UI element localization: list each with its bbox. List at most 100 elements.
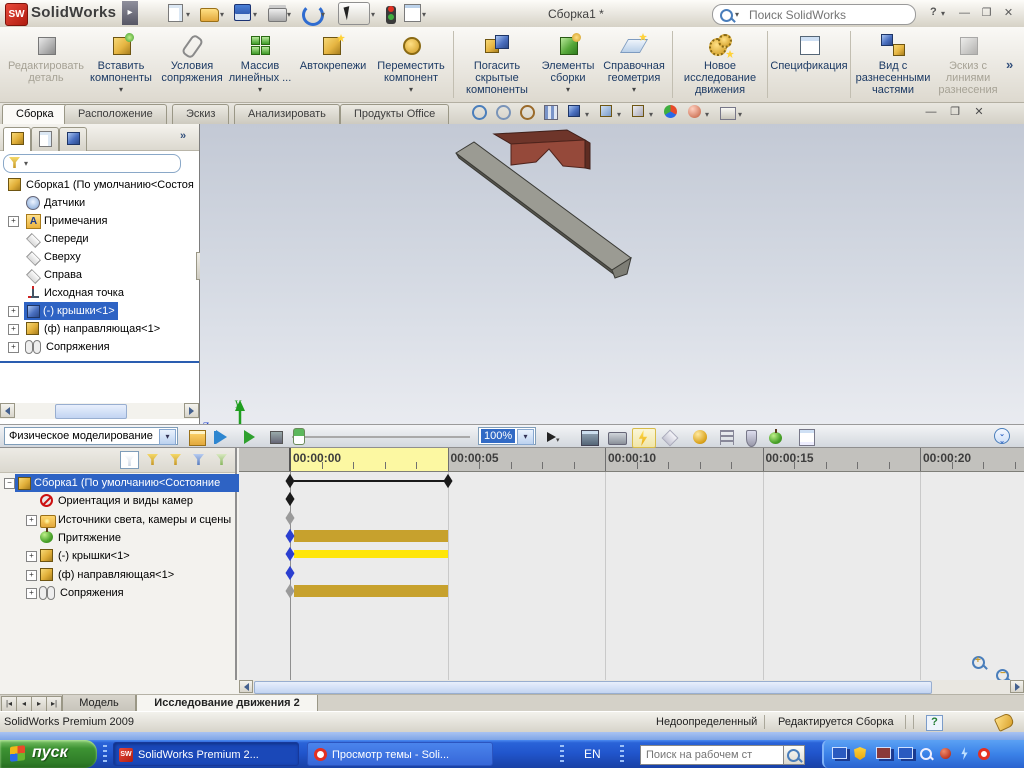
- network-status-icon[interactable]: [832, 747, 847, 760]
- close-button[interactable]: ✕: [1000, 7, 1017, 21]
- next-tab-button[interactable]: ▸: [31, 696, 47, 712]
- motion-item-mates[interactable]: + Сопряжения: [0, 584, 235, 602]
- start-button[interactable]: пуск: [0, 740, 97, 768]
- expand-toggle[interactable]: +: [8, 306, 19, 317]
- filter-all-button[interactable]: [120, 451, 139, 469]
- tab-sketch[interactable]: Эскиз: [172, 104, 229, 124]
- filter-caret[interactable]: ▾: [24, 159, 28, 168]
- scene-caret[interactable]: ▾: [705, 110, 709, 119]
- tree-item-annotations[interactable]: + A Примечания: [0, 212, 199, 230]
- options-caret[interactable]: ▾: [422, 10, 426, 19]
- timeline-key-point[interactable]: [285, 474, 294, 488]
- timeline-change-bar[interactable]: [294, 530, 448, 542]
- document-restore-button[interactable]: ❐: [946, 106, 964, 120]
- security-shield-icon[interactable]: [854, 747, 869, 760]
- panel-split-line[interactable]: [0, 361, 199, 363]
- language-indicator[interactable]: EN: [584, 747, 601, 761]
- motion-study-tab[interactable]: Исследование движения 2: [136, 695, 318, 712]
- motion-item-napravlyayushchaya[interactable]: + (ф) направляющая<1>: [0, 566, 235, 584]
- quick-launch-handle[interactable]: [103, 745, 107, 763]
- document-minimize-button[interactable]: —: [922, 106, 940, 120]
- dropdown-caret[interactable]: ▾: [632, 85, 636, 94]
- collapse-motion-manager-button[interactable]: ⌄⌄: [994, 428, 1014, 446]
- expand-toggle[interactable]: +: [26, 515, 37, 526]
- view-orientation-icon[interactable]: [600, 105, 617, 122]
- ribbon-button-linear-pattern[interactable]: Массив линейных ... ▾: [226, 27, 294, 102]
- appearance-sphere-icon[interactable]: [664, 105, 681, 122]
- expand-toggle[interactable]: +: [26, 551, 37, 562]
- search-scope-caret[interactable]: ▾: [735, 10, 739, 19]
- scroll-right-button[interactable]: [1010, 680, 1024, 693]
- print-caret[interactable]: ▾: [287, 10, 291, 19]
- section-view-icon[interactable]: [568, 105, 585, 122]
- help-button[interactable]: ?: [930, 6, 937, 18]
- tab-layout[interactable]: Расположение: [64, 104, 167, 124]
- playback-mode-button[interactable]: ▾: [545, 428, 565, 446]
- ribbon-button-explode-line-sketch[interactable]: Эскиз с линиями разнесения: [932, 27, 1004, 102]
- scrollbar-thumb[interactable]: [254, 681, 932, 694]
- contact-button[interactable]: [690, 428, 710, 446]
- tree-item-mates[interactable]: + Сопряжения: [0, 338, 199, 356]
- timeline-key-point[interactable]: [443, 474, 452, 488]
- filter-results-button[interactable]: [212, 451, 231, 469]
- playback-speed-combo[interactable]: 100% ▾: [478, 427, 536, 445]
- ribbon-button-smart-fasteners[interactable]: Автокрепежи: [294, 27, 372, 102]
- timeline-zoom-in-button[interactable]: +: [972, 656, 985, 669]
- timeline-playhead[interactable]: [289, 448, 291, 471]
- scroll-right-button[interactable]: [184, 403, 199, 418]
- desktop-search-box[interactable]: [640, 745, 784, 765]
- tree-item-origin[interactable]: Исходная точка: [0, 284, 199, 302]
- ribbon-button-show-hidden-components[interactable]: Погасить скрытые компоненты: [457, 27, 537, 102]
- timeline-key-point[interactable]: [285, 511, 294, 525]
- tree-item-sensors[interactable]: Датчики: [0, 194, 199, 212]
- undo-caret[interactable]: ▾: [321, 10, 325, 19]
- motion-item-kryshki[interactable]: + (-) крышки<1>: [0, 547, 235, 565]
- document-close-button[interactable]: ✕: [970, 106, 988, 120]
- model-tab[interactable]: Модель: [62, 695, 136, 712]
- select-caret[interactable]: ▾: [371, 10, 375, 19]
- motion-study-properties-button[interactable]: [796, 428, 816, 446]
- key-point-button[interactable]: [660, 428, 680, 446]
- previous-view-icon[interactable]: [544, 105, 561, 122]
- playback-speed-caret[interactable]: ▾: [517, 429, 534, 445]
- interference-check-button[interactable]: [386, 4, 396, 24]
- timebar-slider-track[interactable]: [292, 436, 470, 438]
- damper-button[interactable]: [741, 428, 761, 446]
- network-disconnected-icon[interactable]: [876, 747, 891, 760]
- new-document-caret[interactable]: ▾: [186, 10, 190, 19]
- save-caret[interactable]: ▾: [253, 10, 257, 19]
- ribbon-button-edit-part[interactable]: Редактировать деталь: [8, 27, 84, 102]
- menu-expand-arrow[interactable]: ▸: [122, 1, 138, 25]
- tree-item-kryshki[interactable]: + (-) крышки<1>: [0, 302, 199, 320]
- scroll-left-button[interactable]: [239, 680, 253, 693]
- scroll-left-button[interactable]: [0, 403, 15, 418]
- expand-toggle[interactable]: +: [8, 342, 19, 353]
- ribbon-button-bill-of-materials[interactable]: Спецификация: [771, 27, 847, 102]
- animation-wizard-button[interactable]: [606, 428, 626, 446]
- motion-item-assembly-root[interactable]: − Сборка1 (По умолчанию<Состояние: [0, 474, 235, 492]
- view-settings-icon[interactable]: [720, 105, 737, 122]
- graphics-viewport[interactable]: Y Z X: [200, 124, 1024, 424]
- timeline-tracks[interactable]: [239, 472, 1024, 680]
- undo-button[interactable]: [302, 4, 321, 23]
- taskbar-item-solidworks[interactable]: SW SolidWorks Premium 2...: [113, 742, 299, 766]
- zoom-fit-icon[interactable]: [472, 105, 489, 122]
- open-button[interactable]: [200, 4, 219, 23]
- scrollbar-thumb[interactable]: [55, 404, 127, 419]
- tree-item-top-plane[interactable]: Сверху: [0, 248, 199, 266]
- tab-office-products[interactable]: Продукты Office: [340, 104, 449, 124]
- filter-driving-button[interactable]: [166, 451, 185, 469]
- expand-toggle[interactable]: +: [8, 216, 19, 227]
- ribbon-button-new-motion-study[interactable]: Новое исследование движения: [676, 27, 764, 102]
- calculate-button[interactable]: [186, 428, 206, 446]
- quick-tips-button[interactable]: ?: [926, 715, 943, 731]
- local-network-icon[interactable]: [898, 747, 913, 760]
- timeline-change-bar[interactable]: [294, 585, 448, 597]
- display-style-caret[interactable]: ▾: [649, 110, 653, 119]
- study-type-select[interactable]: Физическое моделирование ▾: [4, 427, 178, 445]
- timebar-slider-handle[interactable]: [293, 428, 305, 445]
- save-button[interactable]: [234, 4, 253, 23]
- save-animation-button[interactable]: [578, 428, 598, 446]
- tags-icon[interactable]: [994, 712, 1015, 732]
- configuration-manager-tab[interactable]: [59, 127, 87, 151]
